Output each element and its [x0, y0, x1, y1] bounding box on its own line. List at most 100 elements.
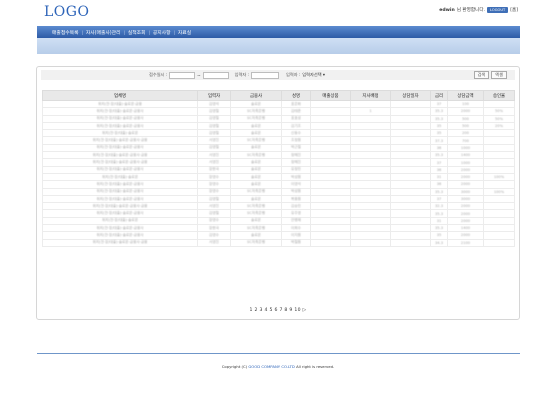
table-cell: 표효성	[281, 114, 311, 123]
greeting-text: 님 환영합니다.	[456, 8, 486, 13]
footer: Copyright (C) GOOD COMPANY CO.LTD All ri…	[0, 364, 556, 369]
copyright-prefix: Copyright (C)	[221, 364, 248, 369]
table-cell: 김영철	[197, 129, 231, 138]
table-cell: 위치(전·장/대출)·솔로몬·금융사·금융	[42, 238, 198, 247]
table-cell: 솔로몬	[230, 231, 282, 240]
table-cell: 김영철	[197, 209, 231, 218]
table-cell	[310, 238, 351, 247]
pagination[interactable]: 1 2 3 4 5 6 7 8 9 10 ▷	[37, 308, 519, 313]
table-cell	[350, 231, 391, 240]
table-cell: SC저축은행	[230, 151, 282, 160]
table-cell	[483, 180, 515, 189]
nav-item-archive[interactable]: 자료실	[175, 29, 194, 36]
agent-select[interactable]: 입력자선택 ▾	[302, 72, 325, 78]
table-cell: 37	[430, 194, 448, 204]
table-cell: 이지원	[281, 231, 311, 240]
table-cell: 이영석	[281, 180, 311, 189]
excel-button[interactable]: 엑셀	[491, 71, 507, 79]
table-row[interactable]: 위치(전·장/대출)·솔로몬·금융 김영석 솔로몬 표은화 37 100	[42, 99, 515, 109]
table-cell	[390, 158, 431, 167]
table-cell	[390, 187, 431, 196]
table-cell: 31	[430, 172, 448, 182]
table-row[interactable]: 위치(전·장/대출)·솔로몬·금융사·금융 서영진 SC저축은행 김승민 32.3 200…	[42, 202, 515, 211]
table-cell: 위치(전·장/대출)·솔로몬·금융사·금융	[42, 202, 198, 211]
table-cell	[390, 209, 431, 218]
table-cell: 솔로몬	[230, 99, 282, 109]
table-cell	[390, 165, 431, 174]
table-cell: 김영철	[197, 194, 231, 204]
column-header: 성명	[281, 90, 311, 101]
table-row[interactable]: 위치(전·장/대출)·솔로몬·금융사 김영철 SC저축은행 표효성 35.3 500 50%	[42, 114, 515, 123]
table-row[interactable]: 위치(전·장/대출)·솔로몬·금융사 김영철 솔로몬 박근철 36 1000	[42, 143, 515, 153]
table-row[interactable]: 위치(전·장/대출)·솔로몬·금융사·금융 서영진 SC저축은행 정혜진 35.3 140…	[42, 151, 515, 160]
date-to-input[interactable]	[202, 71, 229, 79]
table-cell: 정혜진	[281, 151, 311, 160]
table-cell: 37.3	[430, 136, 448, 145]
table-row[interactable]: 위치(전·장/대출)·솔로몬·금융사 김영철 솔로몬 복종원 37 3000	[42, 194, 515, 204]
table-cell: 2000	[447, 165, 484, 174]
date-from-input[interactable]	[169, 71, 196, 79]
table-cell	[310, 202, 351, 211]
table-row[interactable]: 위치(전·장/대출)·솔로몬·금융사 장한국 솔로몬 유정민 36 2000	[42, 165, 515, 174]
table-cell: 박성원	[281, 187, 311, 196]
table-cell: 박근철	[281, 143, 311, 153]
table-cell: 35.3	[430, 187, 448, 196]
table-row[interactable]: 위치(전·장/대출)·솔로몬·금융사 김영철 SC저축은행 유주영 35.3 2000	[42, 209, 515, 218]
table-cell	[310, 209, 351, 218]
table-cell	[483, 216, 515, 226]
table-cell: 35.3	[430, 209, 448, 218]
home-link[interactable]: [홈]	[510, 7, 518, 13]
table-cell	[350, 224, 391, 233]
table-cell	[350, 165, 391, 174]
table-row[interactable]: 위치(전·장/대출)·솔로몬·금융사·금융 서영진 솔로몬 정혜진 37 1000	[42, 158, 515, 167]
table-cell	[350, 114, 391, 123]
table-cell: 31	[430, 216, 448, 226]
table-row[interactable]: 위치(전·장/대출)·솔로몬·금융사 김영철 솔로몬 김기조 35 500 20%	[42, 121, 515, 131]
column-header: 금융사	[230, 90, 282, 101]
receiver-input[interactable]	[250, 71, 279, 79]
table-cell: 50%	[483, 114, 515, 123]
table-cell: 김태준	[281, 107, 311, 116]
logout-button[interactable]: LOGOUT	[487, 7, 509, 13]
table-cell	[310, 151, 351, 160]
nav-item-notice[interactable]: 공지사항	[150, 29, 174, 36]
table-cell: 1400	[447, 151, 484, 160]
table-cell	[350, 180, 391, 189]
table-cell: 김영철	[197, 114, 231, 123]
table-row[interactable]: 위치(전·장/대출)·솔로몬·금융사 김영수 솔로몬 이지원 35 2000	[42, 231, 515, 240]
table-cell	[310, 136, 351, 145]
table-cell: 500	[447, 114, 484, 123]
table-cell	[483, 165, 515, 174]
table-cell	[310, 180, 351, 189]
logo[interactable]: LOGO	[44, 4, 89, 20]
table-row[interactable]: 위치(전·장/대출)·솔로몬·금융사·금융 서영진 SC저축은행 박철원 34.3 210…	[42, 238, 515, 247]
table-cell: 100	[447, 99, 484, 109]
table-row[interactable]: 위치(전·장/대출)·솔로몬·금융사·금융 서영진 SC저축은행 조정원 37.3 700	[42, 136, 515, 145]
table-row[interactable]: 위치(전·장/대출)·솔로몬·금융사 장한국 SC저축은행 이희수 35.3 1400	[42, 224, 515, 233]
table-row[interactable]: 위치(전·장/대출)·솔로몬 장영수 솔로몬 안병채 31 2000	[42, 216, 515, 226]
table-cell: 위치(전·장/대출)·솔로몬·금융사	[42, 107, 198, 116]
table-row[interactable]: 위치(전·장/대출)·솔로몬·금융사 장영수 SC저축은행 박성원 35.3 3000 10…	[42, 187, 515, 196]
table-cell	[390, 224, 431, 233]
table-cell: 35.3	[430, 114, 448, 123]
nav-item-company-management[interactable]: 자사(매출사)관리	[83, 29, 124, 36]
table-cell	[350, 172, 391, 182]
table-cell	[350, 202, 391, 211]
table-cell	[483, 136, 515, 145]
table-cell: 2000	[447, 202, 484, 211]
table-cell: 2000	[447, 172, 484, 182]
table-cell: SC저축은행	[230, 224, 282, 233]
sales-table: 업체명 입력자 금융사 성명 매출상품 지사배정 상담일자 금리 상담금액 승인율 위치(전·장/…	[42, 90, 515, 247]
search-button[interactable]: 검색	[473, 71, 490, 79]
table-cell: 34.3	[430, 238, 448, 247]
receiver-label: 입력자 :	[234, 72, 249, 77]
nav-item-sales-list[interactable]: 매출접수목록	[49, 29, 81, 36]
table-cell	[390, 194, 431, 204]
nav-item-performance[interactable]: 실적조회	[125, 29, 149, 36]
table-row[interactable]: 위치(전·장/대출)·솔로몬·금융사 김영철 SC저축은행 김태준 1 35.3 2000 5…	[42, 107, 515, 116]
table-cell: 35.3	[430, 107, 448, 116]
table-cell: 김영철	[197, 107, 231, 116]
table-row[interactable]: 위치(전·장/대출)·솔로몬·금융사 장영수 솔로몬 이영석 36 2000	[42, 180, 515, 189]
table-row[interactable]: 위치(전·장/대출)·솔로몬 김영철 솔로몬 신동수 35 200	[42, 129, 515, 138]
table-row[interactable]: 위치(전·장/대출)·솔로몬 장영수 솔로몬 박성원 31 2000 100%	[42, 172, 515, 182]
